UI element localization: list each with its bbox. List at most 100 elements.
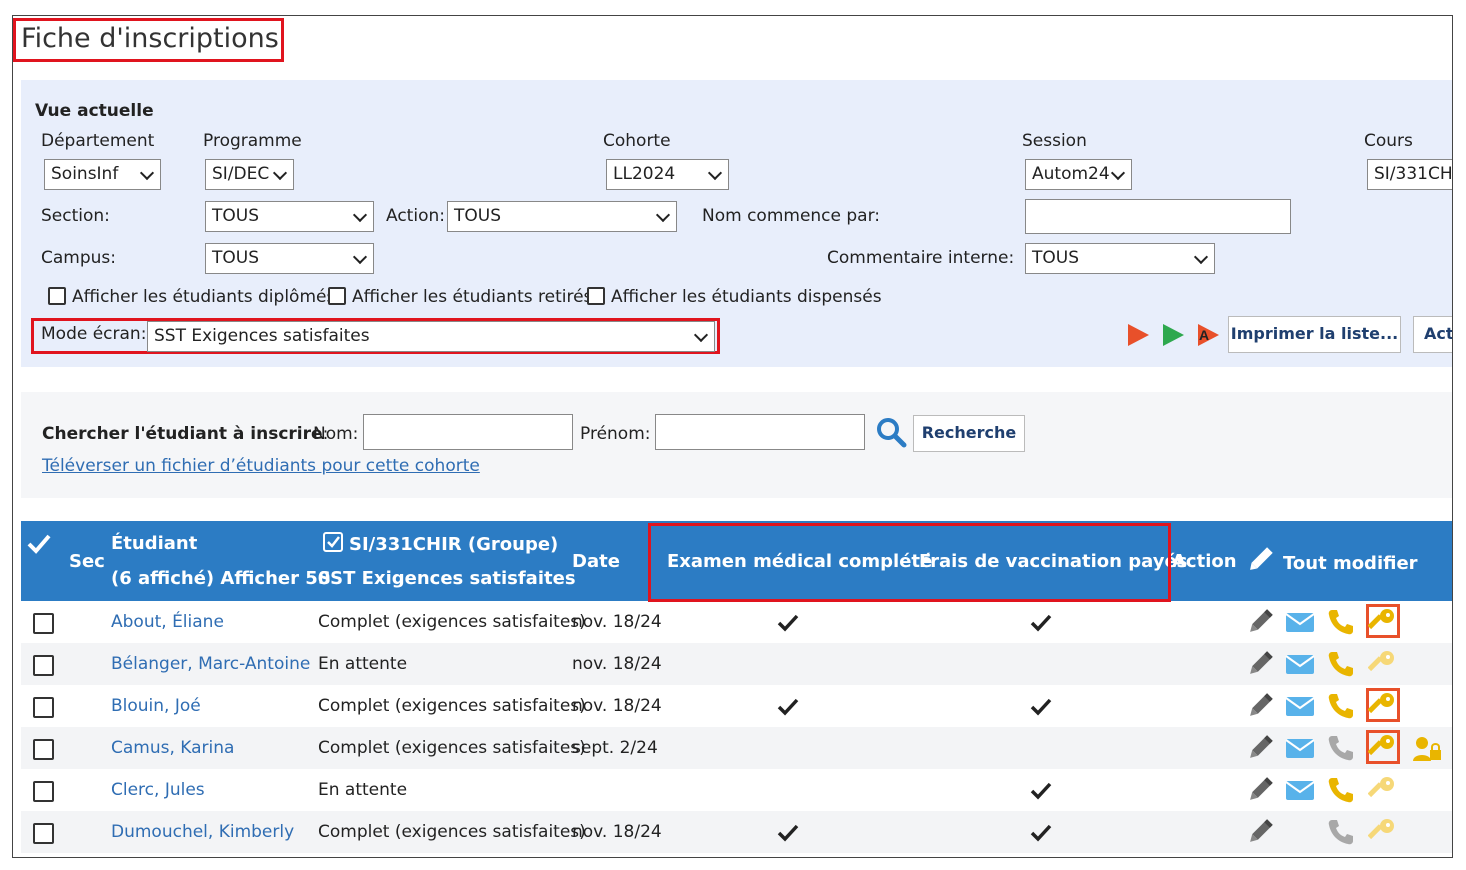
- action-value: TOUS: [454, 206, 501, 226]
- student-name-link[interactable]: Bélanger, Marc-Antoine: [111, 654, 310, 674]
- search-heading: Chercher l'étudiant à inscrire:: [42, 424, 328, 444]
- vue-actuelle-heading: Vue actuelle: [35, 101, 154, 121]
- mail-icon[interactable]: [1285, 691, 1315, 721]
- checkbox-checked-icon[interactable]: [323, 532, 343, 552]
- row-checkbox[interactable]: [33, 697, 54, 718]
- imprimer-liste-button[interactable]: Imprimer la liste...: [1228, 316, 1401, 353]
- phone-icon[interactable]: [1326, 691, 1356, 721]
- row-checkbox[interactable]: [33, 613, 54, 634]
- diplomes-checkbox[interactable]: [48, 287, 66, 305]
- search-heading-text: Chercher l'étudiant à inscrire: [42, 424, 323, 444]
- date-text: sept. 2/24: [572, 738, 658, 758]
- commentaire-select[interactable]: TOUS: [1025, 243, 1215, 274]
- pencil-icon[interactable]: [1245, 607, 1275, 637]
- chevron-down-icon: [352, 207, 368, 223]
- status-text: En attente: [318, 654, 408, 674]
- row-checkbox[interactable]: [33, 655, 54, 676]
- session-select[interactable]: Autom24: [1025, 159, 1132, 190]
- action-header[interactable]: Action: [1172, 551, 1237, 572]
- course-header[interactable]: SI/331CHIR (Groupe): [349, 534, 558, 555]
- check-icon: [1030, 782, 1052, 800]
- play-icon[interactable]: [1160, 322, 1186, 348]
- table-row: Dumouchel, Kimberly Complet (exigences sa…: [21, 811, 1452, 853]
- pencil-icon[interactable]: [1245, 545, 1275, 575]
- cours-select[interactable]: SI/331CHIR: [1367, 159, 1453, 190]
- pencil-icon[interactable]: [1245, 817, 1275, 847]
- cohorte-label: Cohorte: [603, 131, 671, 151]
- section-select[interactable]: TOUS: [205, 201, 374, 232]
- section-value: TOUS: [212, 206, 259, 226]
- nom-commence-input[interactable]: [1025, 199, 1291, 234]
- student-name-link[interactable]: Camus, Karina: [111, 738, 234, 758]
- departement-label: Département: [41, 131, 155, 151]
- commentaire-label: Commentaire interne:: [827, 248, 1015, 268]
- tout-modifier-header[interactable]: Tout modifier: [1283, 553, 1418, 574]
- key-icon[interactable]: [1368, 774, 1398, 804]
- key-icon[interactable]: [1368, 648, 1398, 678]
- date-header[interactable]: Date: [572, 551, 620, 572]
- action-select[interactable]: TOUS: [447, 201, 677, 232]
- key-icon[interactable]: [1368, 606, 1398, 636]
- pencil-icon[interactable]: [1245, 649, 1275, 679]
- play-icon[interactable]: [1125, 322, 1151, 348]
- status-text: Complet (exigences satisfaites): [318, 696, 586, 716]
- recherche-button[interactable]: Recherche: [913, 415, 1025, 452]
- date-text: nov. 18/24: [572, 612, 662, 632]
- televerser-link[interactable]: Téléverser un fichier d’étudiants pour c…: [42, 456, 480, 476]
- student-name-link[interactable]: Blouin, Joé: [111, 696, 201, 716]
- student-name-link[interactable]: Dumouchel, Kimberly: [111, 822, 294, 842]
- etudiant-header[interactable]: Étudiant: [111, 533, 197, 554]
- phone-icon[interactable]: [1326, 649, 1356, 679]
- key-icon[interactable]: [1368, 690, 1398, 720]
- departement-select[interactable]: SoinsInf: [44, 159, 161, 190]
- play-a-icon[interactable]: A: [1195, 322, 1221, 348]
- key-icon[interactable]: [1368, 816, 1398, 846]
- pencil-icon[interactable]: [1245, 691, 1275, 721]
- pencil-icon[interactable]: [1245, 775, 1275, 805]
- search-icon[interactable]: [875, 416, 907, 448]
- page-frame: Fiche d'inscriptions Vue actuelle Départ…: [12, 15, 1453, 858]
- student-name-link[interactable]: About, Éliane: [111, 612, 224, 632]
- etudiant-sub-header[interactable]: (6 affiché) Afficher 50: [111, 568, 330, 589]
- row-checkbox[interactable]: [33, 781, 54, 802]
- user-lock-icon[interactable]: [1411, 733, 1441, 763]
- mail-icon[interactable]: [1285, 607, 1315, 637]
- key-icon[interactable]: [1368, 732, 1398, 762]
- cours-value: SI/331CHIR: [1374, 164, 1453, 184]
- check-icon: [777, 614, 799, 632]
- diplomes-label: Afficher les étudiants diplômés: [72, 287, 336, 307]
- cohorte-select[interactable]: LL2024: [606, 159, 729, 190]
- retires-label: Afficher les étudiants retirés: [352, 287, 593, 307]
- pencil-icon[interactable]: [1245, 733, 1275, 763]
- chevron-down-icon: [1193, 249, 1209, 265]
- retires-checkbox[interactable]: [328, 287, 346, 305]
- phone-icon[interactable]: [1326, 733, 1356, 763]
- mail-icon[interactable]: [1285, 733, 1315, 763]
- row-checkbox[interactable]: [33, 739, 54, 760]
- action-button[interactable]: Act: [1413, 316, 1452, 353]
- status-text: Complet (exigences satisfaites): [318, 822, 586, 842]
- phone-icon[interactable]: [1326, 817, 1356, 847]
- chevron-down-icon: [693, 327, 709, 343]
- mail-icon[interactable]: [1285, 649, 1315, 679]
- nom-input[interactable]: [363, 414, 573, 450]
- select-all-check-icon[interactable]: [26, 533, 52, 555]
- search-panel: Chercher l'étudiant à inscrire: Nom: Pré…: [21, 392, 1452, 498]
- student-name-link[interactable]: Clerc, Jules: [111, 780, 205, 800]
- prenom-input[interactable]: [655, 414, 865, 450]
- course-sub-header[interactable]: SST Exigences satisfaites: [318, 568, 576, 589]
- check-icon: [1030, 824, 1052, 842]
- check-icon: [1030, 698, 1052, 716]
- mail-icon[interactable]: [1285, 775, 1315, 805]
- phone-icon[interactable]: [1326, 607, 1356, 637]
- dispenses-checkbox[interactable]: [587, 287, 605, 305]
- sec-header[interactable]: Sec: [69, 551, 105, 572]
- phone-icon[interactable]: [1326, 775, 1356, 805]
- mode-ecran-select[interactable]: SST Exigences satisfaites: [147, 321, 715, 352]
- table-row: Blouin, Joé Complet (exigences satisfaite…: [21, 685, 1452, 727]
- programme-select[interactable]: SI/DEC: [205, 159, 294, 190]
- row-checkbox[interactable]: [33, 823, 54, 844]
- campus-select[interactable]: TOUS: [205, 243, 374, 274]
- filter-panel: Vue actuelle Département Programme Cohor…: [21, 80, 1453, 367]
- mode-ecran-value: SST Exigences satisfaites: [154, 326, 370, 346]
